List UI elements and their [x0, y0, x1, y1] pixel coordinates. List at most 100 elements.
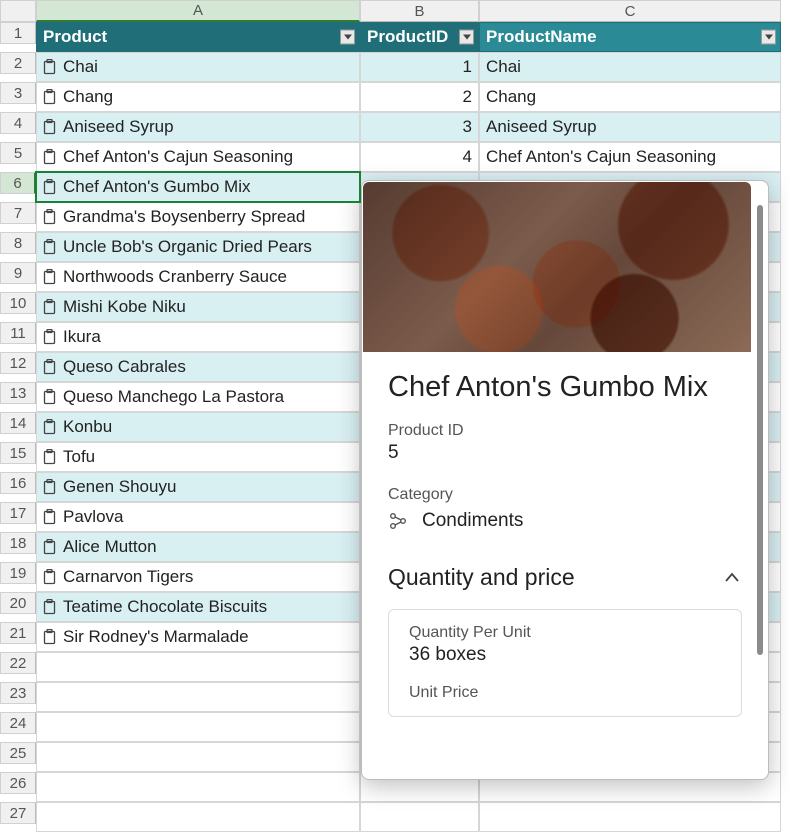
empty-cell[interactable]	[36, 652, 360, 682]
empty-cell[interactable]	[360, 802, 479, 832]
cell-text: Ikura	[63, 327, 101, 347]
data-type-icon	[43, 569, 57, 585]
table-header-productname[interactable]: ProductName	[479, 22, 781, 52]
cell-product[interactable]: Chang	[36, 82, 360, 112]
row-header[interactable]: 25	[0, 742, 36, 764]
row-header[interactable]: 12	[0, 352, 36, 374]
cell-product[interactable]: Pavlova	[36, 502, 360, 532]
field-value-category[interactable]: Condiments	[422, 510, 523, 532]
row-header[interactable]: 23	[0, 682, 36, 704]
cell-text: Queso Cabrales	[63, 357, 186, 377]
cell-productid[interactable]: 3	[360, 112, 479, 142]
cell-product[interactable]: Queso Manchego La Pastora	[36, 382, 360, 412]
row-header[interactable]: 7	[0, 202, 36, 224]
card-scrollbar[interactable]	[754, 191, 764, 769]
data-type-icon	[43, 269, 57, 285]
row-header[interactable]: 5	[0, 142, 36, 164]
table-header-product[interactable]: Product	[36, 22, 360, 52]
cell-product[interactable]: Alice Mutton	[36, 532, 360, 562]
cell-product[interactable]: Teatime Chocolate Biscuits	[36, 592, 360, 622]
cell-product[interactable]: Grandma's Boysenberry Spread	[36, 202, 360, 232]
cell-product[interactable]: Genen Shouyu	[36, 472, 360, 502]
row-header[interactable]: 11	[0, 322, 36, 344]
cell-product[interactable]: Carnarvon Tigers	[36, 562, 360, 592]
cell-product[interactable]: Chef Anton's Gumbo Mix	[36, 172, 360, 202]
row-header[interactable]: 6	[0, 172, 36, 194]
cell-product[interactable]: Ikura	[36, 322, 360, 352]
column-header-A[interactable]: A	[36, 0, 360, 22]
empty-cell[interactable]	[36, 682, 360, 712]
cell-text: Queso Manchego La Pastora	[63, 387, 284, 407]
cell-text: 1	[463, 57, 472, 77]
cell-productid[interactable]: 2	[360, 82, 479, 112]
filter-dropdown-icon[interactable]	[340, 30, 355, 45]
cell-product[interactable]: Mishi Kobe Niku	[36, 292, 360, 322]
chevron-up-icon[interactable]	[722, 568, 742, 588]
column-header-B[interactable]: B	[360, 0, 479, 22]
empty-cell[interactable]	[479, 802, 781, 832]
row-header[interactable]: 1	[0, 22, 36, 44]
row-header[interactable]: 2	[0, 52, 36, 74]
row-header[interactable]: 16	[0, 472, 36, 494]
table-header-label: ProductName	[486, 27, 597, 47]
row-header[interactable]: 19	[0, 562, 36, 584]
empty-cell[interactable]	[36, 772, 360, 802]
cell-text: Chang	[486, 87, 536, 107]
data-type-icon	[43, 149, 57, 165]
cell-product[interactable]: Queso Cabrales	[36, 352, 360, 382]
empty-cell[interactable]	[36, 712, 360, 742]
filter-dropdown-icon[interactable]	[761, 30, 776, 45]
cell-productname[interactable]: Aniseed Syrup	[479, 112, 781, 142]
cell-text: 3	[463, 117, 472, 137]
cell-product[interactable]: Tofu	[36, 442, 360, 472]
column-header-C[interactable]: C	[479, 0, 781, 22]
filter-dropdown-icon[interactable]	[459, 30, 474, 45]
cell-productname[interactable]: Chai	[479, 52, 781, 82]
row-header[interactable]: 15	[0, 442, 36, 464]
linked-record-icon	[388, 511, 408, 531]
card-title: Chef Anton's Gumbo Mix	[388, 371, 742, 404]
cell-text: Chef Anton's Cajun Seasoning	[63, 147, 293, 167]
cell-productid[interactable]: 1	[360, 52, 479, 82]
data-type-icon	[43, 359, 57, 375]
cell-product[interactable]: Konbu	[36, 412, 360, 442]
row-header[interactable]: 26	[0, 772, 36, 794]
field-label-category: Category	[388, 486, 742, 504]
row-header[interactable]: 24	[0, 712, 36, 734]
row-header[interactable]: 3	[0, 82, 36, 104]
cell-product[interactable]: Chef Anton's Cajun Seasoning	[36, 142, 360, 172]
empty-cell[interactable]	[36, 742, 360, 772]
cell-product[interactable]: Aniseed Syrup	[36, 112, 360, 142]
row-header[interactable]: 14	[0, 412, 36, 434]
cell-text: Alice Mutton	[63, 537, 157, 557]
cell-product[interactable]: Chai	[36, 52, 360, 82]
cell-product[interactable]: Northwoods Cranberry Sauce	[36, 262, 360, 292]
row-header[interactable]: 9	[0, 262, 36, 284]
empty-cell[interactable]	[36, 802, 360, 832]
cell-productname[interactable]: Chang	[479, 82, 781, 112]
row-header[interactable]: 22	[0, 652, 36, 674]
cell-product[interactable]: Uncle Bob's Organic Dried Pears	[36, 232, 360, 262]
row-header[interactable]: 20	[0, 592, 36, 614]
row-header[interactable]: 8	[0, 232, 36, 254]
row-header[interactable]: 21	[0, 622, 36, 644]
row-header[interactable]: 10	[0, 292, 36, 314]
data-type-icon	[43, 89, 57, 105]
field-value-productid: 5	[388, 442, 742, 464]
row-header[interactable]: 18	[0, 532, 36, 554]
cell-productid[interactable]: 4	[360, 142, 479, 172]
cell-text: Tofu	[63, 447, 95, 467]
select-all-corner[interactable]	[0, 0, 36, 22]
data-type-icon	[43, 239, 57, 255]
row-header[interactable]: 17	[0, 502, 36, 524]
cell-product[interactable]: Sir Rodney's Marmalade	[36, 622, 360, 652]
row-header[interactable]: 4	[0, 112, 36, 134]
data-type-icon	[43, 329, 57, 345]
cell-productname[interactable]: Chef Anton's Cajun Seasoning	[479, 142, 781, 172]
data-type-icon	[43, 419, 57, 435]
card-scrollbar-thumb[interactable]	[757, 205, 763, 655]
row-header[interactable]: 13	[0, 382, 36, 404]
table-header-productid[interactable]: ProductID	[360, 22, 479, 52]
cell-text: 4	[463, 147, 472, 167]
card-image	[363, 182, 751, 352]
